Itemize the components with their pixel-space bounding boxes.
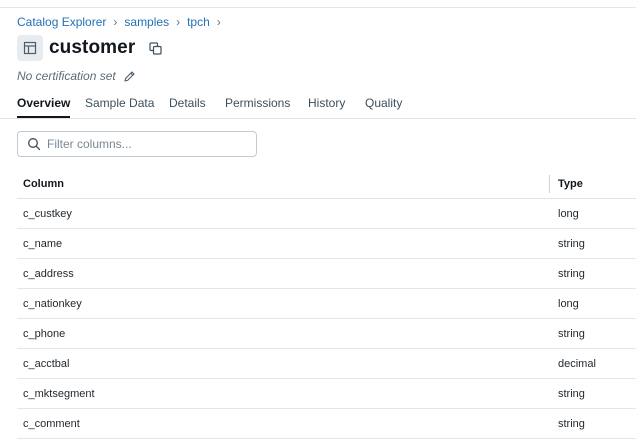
column-name-cell: c_custkey bbox=[23, 208, 72, 220]
column-name-cell: c_mktsegment bbox=[23, 388, 95, 400]
column-name-cell: c_nationkey bbox=[23, 298, 82, 310]
breadcrumb-separator: › bbox=[113, 15, 118, 29]
column-type-cell: string bbox=[558, 388, 585, 400]
column-type-cell: long bbox=[558, 208, 579, 220]
column-name-cell: c_comment bbox=[23, 418, 80, 430]
filter-columns-box bbox=[17, 131, 257, 157]
tab-history[interactable]: History bbox=[308, 96, 345, 117]
table-row[interactable]: c_address string bbox=[17, 259, 636, 289]
pencil-icon[interactable] bbox=[123, 70, 136, 83]
column-name-cell: c_name bbox=[23, 238, 63, 250]
search-icon bbox=[28, 138, 41, 151]
table-row[interactable]: c_phone string bbox=[17, 319, 636, 349]
breadcrumb-catalog-explorer[interactable]: Catalog Explorer bbox=[17, 15, 106, 29]
column-name-cell: c_acctbal bbox=[23, 358, 70, 370]
table-row[interactable]: c_mktsegment string bbox=[17, 379, 636, 409]
tab-quality[interactable]: Quality bbox=[365, 96, 402, 117]
column-type-cell: string bbox=[558, 268, 585, 280]
columns-table: Column Type c_custkey long c_name string… bbox=[17, 168, 636, 439]
table-row[interactable]: c_comment string bbox=[17, 409, 636, 439]
column-type-cell: decimal bbox=[558, 358, 596, 370]
page-title: customer bbox=[49, 37, 136, 58]
breadcrumb-tpch[interactable]: tpch bbox=[187, 15, 210, 29]
breadcrumb-samples[interactable]: samples bbox=[124, 15, 169, 29]
copy-icon[interactable] bbox=[147, 40, 163, 56]
tab-sample-data[interactable]: Sample Data bbox=[85, 96, 154, 117]
column-name-cell: c_address bbox=[23, 268, 74, 280]
table-row[interactable]: c_nationkey long bbox=[17, 289, 636, 319]
column-type-cell: string bbox=[558, 238, 585, 250]
certification-row: No certification set bbox=[17, 68, 136, 84]
breadcrumb-separator: › bbox=[216, 15, 221, 29]
column-type-cell: long bbox=[558, 298, 579, 310]
table-icon bbox=[17, 35, 43, 61]
filter-columns-input[interactable] bbox=[47, 137, 247, 151]
column-type-cell: string bbox=[558, 418, 585, 430]
tab-permissions[interactable]: Permissions bbox=[225, 96, 290, 117]
column-name-cell: c_phone bbox=[23, 328, 66, 340]
certification-status: No certification set bbox=[17, 69, 116, 83]
top-bar bbox=[0, 0, 636, 8]
column-type-cell: string bbox=[558, 328, 585, 340]
tab-details[interactable]: Details bbox=[169, 96, 206, 117]
tab-overview[interactable]: Overview bbox=[17, 96, 71, 118]
breadcrumb: Catalog Explorer › samples › tpch › bbox=[17, 14, 228, 30]
breadcrumb-separator: › bbox=[176, 15, 181, 29]
table-row[interactable]: c_acctbal decimal bbox=[17, 349, 636, 379]
table-header: Column Type bbox=[17, 168, 636, 199]
column-resize-handle[interactable] bbox=[549, 175, 550, 193]
column-header-column[interactable]: Column bbox=[23, 178, 64, 190]
page-header: customer bbox=[17, 35, 163, 61]
column-header-type[interactable]: Type bbox=[558, 178, 583, 190]
table-row[interactable]: c_custkey long bbox=[17, 199, 636, 229]
table-row[interactable]: c_name string bbox=[17, 229, 636, 259]
tab-bar: Overview Sample Data Details Permissions… bbox=[0, 96, 636, 119]
